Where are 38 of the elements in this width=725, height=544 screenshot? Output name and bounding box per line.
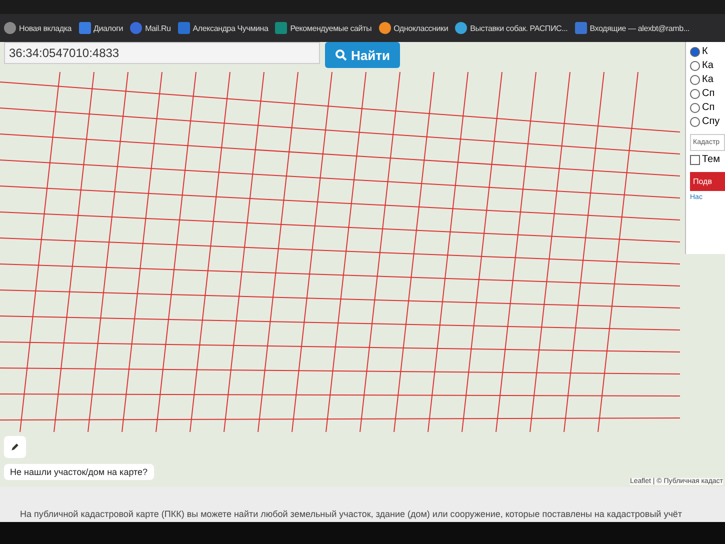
help-button[interactable]: Не нашли участок/дом на карте? bbox=[4, 464, 154, 480]
radio-label: Ка bbox=[702, 74, 714, 85]
bookmark-icon bbox=[130, 22, 142, 34]
bookmark-icon bbox=[574, 22, 587, 34]
bookmark-link[interactable]: Одноклассники bbox=[378, 22, 448, 34]
radio-button[interactable] bbox=[690, 102, 700, 112]
edit-button[interactable] bbox=[4, 436, 26, 458]
radio-label: Сп bbox=[702, 102, 715, 113]
bookmark-icon bbox=[378, 22, 391, 34]
radio-button[interactable] bbox=[690, 74, 700, 84]
bookmark-link[interactable]: Рекомендуемые сайты bbox=[275, 22, 372, 34]
radio-button[interactable] bbox=[690, 116, 700, 126]
radio-button[interactable] bbox=[690, 46, 700, 56]
pencil-icon bbox=[10, 441, 20, 453]
radio-button[interactable] bbox=[690, 88, 700, 98]
bookmark-icon bbox=[4, 22, 16, 34]
search-icon bbox=[335, 49, 347, 61]
bookmark-link[interactable]: Новая вкладка bbox=[4, 22, 72, 34]
bookmark-icon bbox=[275, 22, 288, 34]
find-button[interactable]: Найти bbox=[325, 42, 400, 68]
radio-label: Спу bbox=[702, 116, 720, 127]
bookmark-link[interactable]: Входящие — alexbt@ramb... bbox=[574, 22, 690, 34]
bookmark-icon bbox=[78, 22, 91, 34]
checkbox-label: Тем bbox=[702, 154, 720, 165]
bookmark-icon bbox=[455, 22, 468, 34]
radio-label: Ка bbox=[702, 60, 714, 71]
bookmark-link[interactable]: Александра Чучмина bbox=[178, 22, 268, 34]
bookmark-icon bbox=[178, 22, 190, 34]
radio-label: Сп bbox=[702, 88, 715, 99]
bookmark-link[interactable]: Диалоги bbox=[78, 22, 124, 34]
bookmark-link[interactable]: Mail.Ru bbox=[130, 22, 171, 34]
bookmark-link[interactable]: Выставки собак. РАСПИС... bbox=[455, 22, 568, 34]
submit-button[interactable]: Подв bbox=[690, 172, 725, 191]
search-field[interactable]: 36:34:0547010:4833 bbox=[4, 42, 320, 64]
description-text: На публичной кадастровой карте (ПКК) вы можете найти любой земельный участок, здание (дом) или сооружение, которые поставлены на кадастровый учёт bbox=[20, 509, 682, 519]
radio-label: К bbox=[702, 46, 708, 57]
checkbox[interactable] bbox=[690, 154, 700, 164]
radio-button[interactable] bbox=[690, 60, 700, 70]
